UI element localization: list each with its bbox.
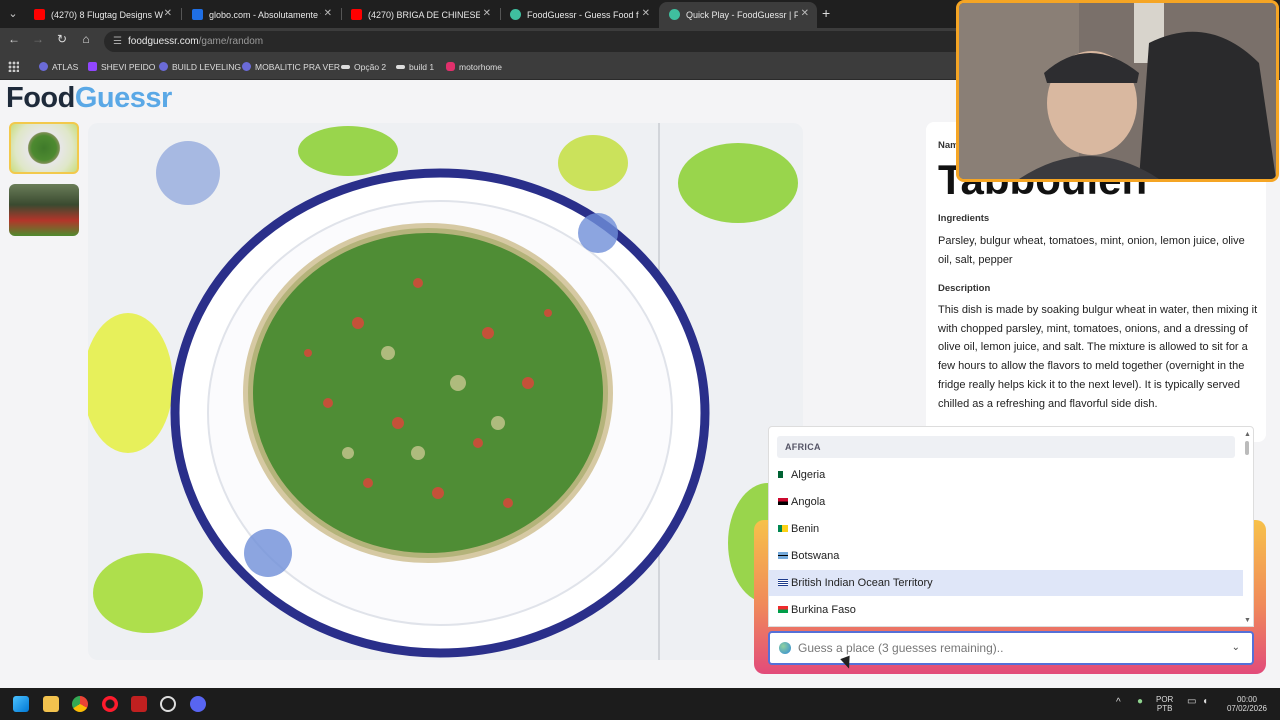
tab-search-icon[interactable]: ⌄ [4, 5, 22, 23]
instagram-icon [446, 62, 455, 72]
description-text: This dish is made by soaking bulgur whea… [938, 304, 1258, 410]
discord-icon[interactable] [190, 696, 206, 712]
flag-icon [778, 498, 788, 505]
bookmark-item[interactable]: BUILD LEVELING [159, 61, 241, 72]
file-explorer-icon[interactable] [43, 696, 59, 712]
close-tab-icon[interactable]: ✕ [483, 2, 491, 26]
site-info-icon[interactable]: ☰ [113, 31, 122, 52]
country-option[interactable]: Burkina Faso [769, 597, 1243, 623]
windows-taskbar: ^ ● POR PTB ▭ ◖ 00:00 07/02/2026 [0, 688, 1280, 720]
flag-icon [778, 471, 788, 478]
steam-icon[interactable] [160, 696, 176, 712]
clock[interactable]: 00:00 07/02/2026 [1222, 695, 1272, 713]
bookmark-item[interactable]: MOBALITIC PRA VER [242, 61, 340, 72]
description-label: Description [938, 283, 991, 294]
close-tab-icon[interactable]: ✕ [642, 2, 650, 26]
region-group-label: AFRICA [777, 436, 1235, 458]
chrome-icon[interactable] [72, 696, 88, 712]
language-indicator[interactable]: POR PTB [1156, 695, 1173, 713]
microphone-icon[interactable]: ● [1137, 697, 1143, 707]
windows-start-icon[interactable] [13, 696, 29, 712]
foodguessr-icon [669, 9, 680, 21]
scroll-up-icon[interactable]: ▲ [1244, 431, 1251, 438]
bookmark-item[interactable]: Opção 2 [341, 61, 386, 72]
youtube-icon [351, 9, 362, 21]
country-option[interactable]: Benin [769, 516, 1243, 542]
browser-tab[interactable]: (4270) BRIGA DE CHINESES - Y✕ [341, 2, 499, 28]
flag-icon [778, 606, 788, 613]
forward-icon[interactable]: → [29, 32, 47, 46]
photo-thumbnail-2[interactable] [9, 184, 79, 236]
globe-icon [779, 642, 791, 654]
close-tab-icon[interactable]: ✕ [164, 2, 172, 26]
reload-icon[interactable]: ↻ [53, 32, 71, 46]
close-tab-icon[interactable]: ✕ [324, 2, 332, 26]
flag-icon [778, 579, 788, 586]
new-tab-icon[interactable]: + [822, 5, 830, 21]
foodguessr-icon [510, 9, 521, 21]
browser-tab[interactable]: (4270) 8 Flugtag Designs We'll ✕ [24, 2, 180, 28]
shield-icon [39, 62, 48, 72]
ingredients-label: Ingredients [938, 213, 990, 224]
country-option[interactable]: Algeria [769, 462, 1243, 488]
apps-grid-icon[interactable] [8, 61, 19, 72]
bookmark-page-icon [396, 64, 405, 69]
dish-photo [88, 123, 803, 660]
browser-tab[interactable]: FoodGuessr - Guess Food from✕ [500, 2, 658, 28]
country-option[interactable]: Angola [769, 489, 1243, 515]
browser-tab[interactable]: globo.com - Absolutamente tu ✕ [182, 2, 340, 28]
screen: { "browser": { "tabs": [ {"title": "(427… [0, 0, 1280, 720]
chevron-down-icon[interactable]: ⌄ [1232, 633, 1240, 663]
dropdown-scrollbar[interactable]: ▲ ▼ [1243, 431, 1251, 624]
back-icon[interactable]: ← [5, 32, 23, 46]
flag-icon [778, 552, 788, 559]
bookmark-item[interactable]: SHEVI PEIDO [88, 61, 155, 72]
bookmark-item[interactable]: motorhome [446, 61, 502, 72]
bookmark-page-icon [341, 64, 350, 69]
shield-icon [159, 62, 168, 72]
bookmark-item[interactable]: ATLAS [39, 61, 78, 72]
ingredients-text: Parsley, bulgur wheat, tomatoes, mint, o… [938, 235, 1245, 266]
photo-thumbnail-1[interactable] [9, 122, 79, 174]
scrollbar-thumb[interactable] [1245, 441, 1249, 455]
tray-expand-icon[interactable]: ^ [1116, 698, 1121, 708]
browser-tab-active[interactable]: Quick Play - FoodGuessr | Food✕ [659, 2, 817, 28]
shield-icon [242, 62, 251, 72]
home-icon[interactable]: ⌂ [77, 32, 95, 46]
address-bar[interactable]: ☰ foodguessr.com/game/random [104, 31, 964, 52]
country-option[interactable]: Botswana [769, 543, 1243, 569]
tabbouleh-photo-image [88, 123, 803, 660]
twitch-icon [88, 62, 97, 72]
app-icon[interactable] [131, 696, 147, 712]
foodguessr-logo[interactable]: FoodGuessr [6, 82, 172, 115]
country-option-highlighted[interactable]: British Indian Ocean Territory [769, 570, 1243, 596]
flag-icon [778, 525, 788, 532]
scroll-down-icon[interactable]: ▼ [1244, 617, 1251, 624]
bookmark-item[interactable]: build 1 [396, 61, 434, 72]
youtube-icon [34, 9, 45, 21]
opera-icon[interactable] [102, 696, 118, 712]
close-tab-icon[interactable]: ✕ [801, 2, 809, 26]
volume-icon[interactable]: ◖ [1202, 697, 1208, 707]
webcam-image [959, 3, 1276, 179]
country-dropdown[interactable]: AFRICA Algeria Angola Benin Botswana Bri… [768, 426, 1254, 627]
webcam-overlay [956, 0, 1279, 182]
network-icon[interactable]: ▭ [1187, 697, 1196, 707]
globo-icon [192, 9, 203, 21]
